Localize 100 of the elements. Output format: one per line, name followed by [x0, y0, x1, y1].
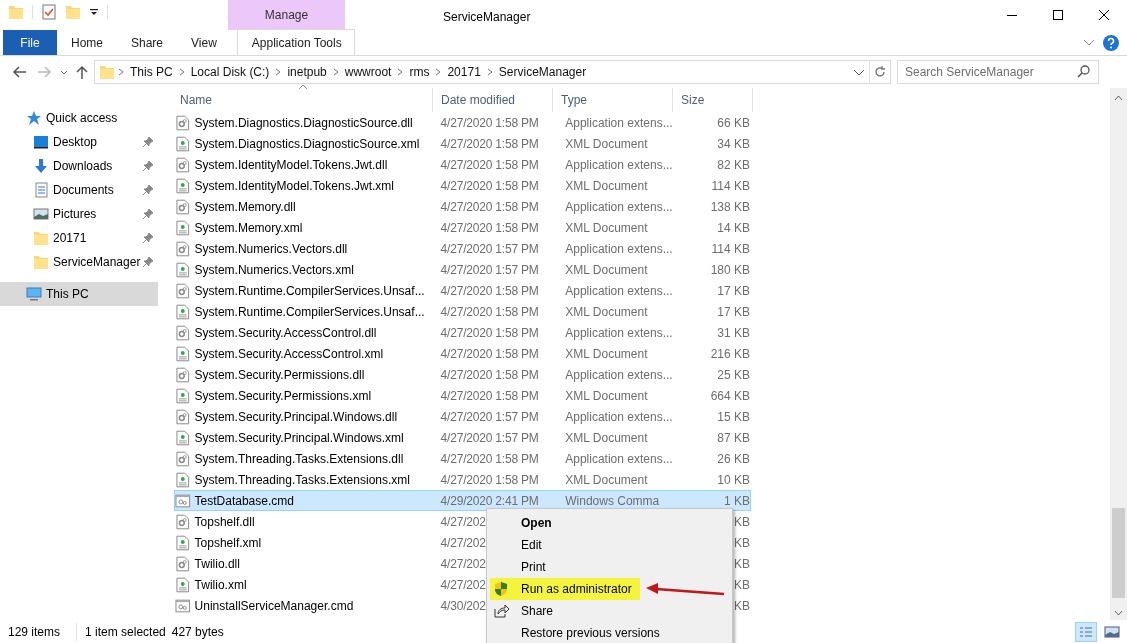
breadcrumb-link[interactable]: wwwroot [341, 63, 395, 81]
file-name: System.IdentityModel.Tokens.Jwt.xml [194, 178, 394, 193]
sidebar-item[interactable]: 20171 [0, 226, 158, 250]
file-name: System.Runtime.CompilerServices.Unsaf... [194, 283, 425, 298]
table-cell: KB [734, 514, 750, 529]
sidebar-item[interactable]: This PC [0, 282, 158, 306]
table-cell: 4/29/2020 2:41 PM [440, 493, 539, 508]
table-cell: Application extens... [565, 283, 673, 298]
file-tab[interactable]: File [3, 30, 57, 55]
file-name: System.Security.AccessControl.dll [194, 325, 377, 340]
sidebar-item[interactable]: Documents [0, 178, 158, 202]
xml-file-icon [175, 261, 191, 278]
table-cell: 4/27/202 [440, 577, 486, 592]
table-cell: XML Document [565, 472, 648, 487]
column-header[interactable]: Type [553, 88, 673, 112]
file-name: System.Diagnostics.DiagnosticSource.dll [194, 115, 413, 130]
menu-item[interactable]: Edit [490, 534, 550, 556]
chevron-down-icon[interactable] [1083, 39, 1095, 47]
file-row[interactable]: TestDatabase.cmd 4/29/2020 2:41 PM Windows Comma 1 KB [174, 490, 751, 511]
table-cell: 4/27/2020 1:58 PM [440, 388, 539, 403]
table-cell: Application extens... [565, 367, 673, 382]
file-name: System.Threading.Tasks.Extensions.xml [194, 472, 410, 487]
folder-icon [99, 64, 115, 80]
gear-file-icon [175, 513, 191, 530]
table-cell: 664 KB [710, 388, 750, 403]
breadcrumb-link[interactable]: inetpub [284, 63, 330, 81]
file-name: System.IdentityModel.Tokens.Jwt.dll [194, 157, 388, 172]
file-name: System.Memory.dll [194, 199, 296, 214]
table-cell: 114 KB [711, 178, 750, 193]
table-cell: 4/27/2020 1:57 PM [440, 262, 539, 277]
ribbon-tab[interactable]: View [177, 30, 231, 55]
status-text: 1 item selected [76, 622, 166, 641]
scrollbar[interactable] [1110, 88, 1127, 620]
sidebar-item[interactable]: Downloads [0, 154, 158, 178]
breadcrumb-link[interactable]: 20171 [444, 63, 484, 81]
sidebar-item[interactable]: Pictures [0, 202, 158, 226]
scrollbar-thumb[interactable] [1112, 508, 1125, 598]
dropdown-icon[interactable] [89, 7, 99, 17]
pin-icon [142, 232, 154, 244]
menu-item[interactable]: Restore previous versions [490, 622, 668, 643]
sort-up-icon[interactable] [298, 84, 308, 90]
table-cell: 114 KB [711, 241, 750, 256]
xml-file-icon [175, 177, 191, 194]
table-cell: XML Document [565, 136, 648, 151]
gear-file-icon [175, 366, 191, 383]
help-icon[interactable] [1103, 35, 1119, 51]
pin-icon [142, 136, 154, 148]
search-field[interactable]: Search ServiceManager [897, 60, 1099, 84]
breadcrumb-link[interactable]: rms [406, 63, 433, 81]
xml-file-icon [175, 534, 191, 551]
xml-file-icon [175, 429, 191, 446]
ribbon-tab[interactable]: Home [57, 30, 117, 55]
breadcrumb-link[interactable]: Local Disk (C:) [187, 63, 273, 81]
table-cell: 4/27/202 [440, 514, 486, 529]
pin-icon [142, 184, 154, 196]
address-bar[interactable]: This PC Local Disk (C:) inetpub wwwroot rms 20171 ServiceManager [94, 60, 891, 84]
table-cell: 4/27/2020 1:58 PM [440, 325, 539, 340]
column-header[interactable]: Name [172, 88, 433, 112]
ribbon-tab[interactable]: Share [117, 30, 178, 55]
table-cell: 4/27/2020 1:58 PM [440, 220, 539, 235]
details-view-button[interactable] [1075, 621, 1097, 642]
file-name: Topshelf.dll [194, 514, 255, 529]
menu-item[interactable]: Print [490, 556, 554, 578]
table-cell: 14 KB [717, 220, 750, 235]
table-cell: XML Document [565, 430, 648, 445]
breadcrumb-link[interactable]: ServiceManager [495, 63, 590, 81]
table-cell: XML Document [565, 304, 648, 319]
menu-item[interactable]: Share [490, 600, 562, 622]
column-header[interactable]: Date modified [433, 88, 553, 112]
table-cell: 4/27/2020 1:57 PM [440, 430, 539, 445]
table-cell: Windows Comma [565, 493, 660, 508]
table-cell: 4/27/2020 1:58 PM [440, 451, 539, 466]
sidebar-item[interactable]: ServiceManager [0, 250, 158, 274]
search-icon[interactable] [1076, 64, 1092, 80]
table-cell: 4/27/202 [440, 535, 486, 550]
table-cell: Application extens... [565, 157, 673, 172]
sidebar-item[interactable]: Desktop [0, 130, 158, 154]
download-arrow-icon [33, 158, 49, 174]
menu-item[interactable]: Open [490, 512, 560, 534]
table-cell: KB [734, 556, 750, 571]
table-cell: 87 KB [717, 430, 750, 445]
table-cell: 4/27/2020 1:58 PM [440, 304, 539, 319]
desktop-icon [33, 134, 49, 150]
table-cell: Application extens... [565, 451, 673, 466]
sidebar-item[interactable]: Quick access [0, 106, 158, 130]
menu-item[interactable]: Run as administrator [490, 578, 640, 600]
file-name: System.Threading.Tasks.Extensions.dll [194, 451, 404, 466]
table-cell: XML Document [565, 262, 648, 277]
table-cell: 4/27/2020 1:57 PM [440, 409, 539, 424]
gear-window-icon [175, 492, 191, 509]
breadcrumb-link[interactable]: This PC [127, 63, 176, 81]
table-cell: KB [734, 535, 750, 550]
checklist-icon[interactable] [41, 4, 57, 20]
xml-file-icon [175, 576, 191, 593]
status-text: 427 bytes [171, 623, 224, 641]
table-cell: 17 KB [717, 304, 750, 319]
pin-icon [142, 160, 154, 172]
document-icon [33, 182, 49, 198]
column-header[interactable]: Size [673, 88, 753, 112]
file-name: System.Numerics.Vectors.xml [194, 262, 354, 277]
